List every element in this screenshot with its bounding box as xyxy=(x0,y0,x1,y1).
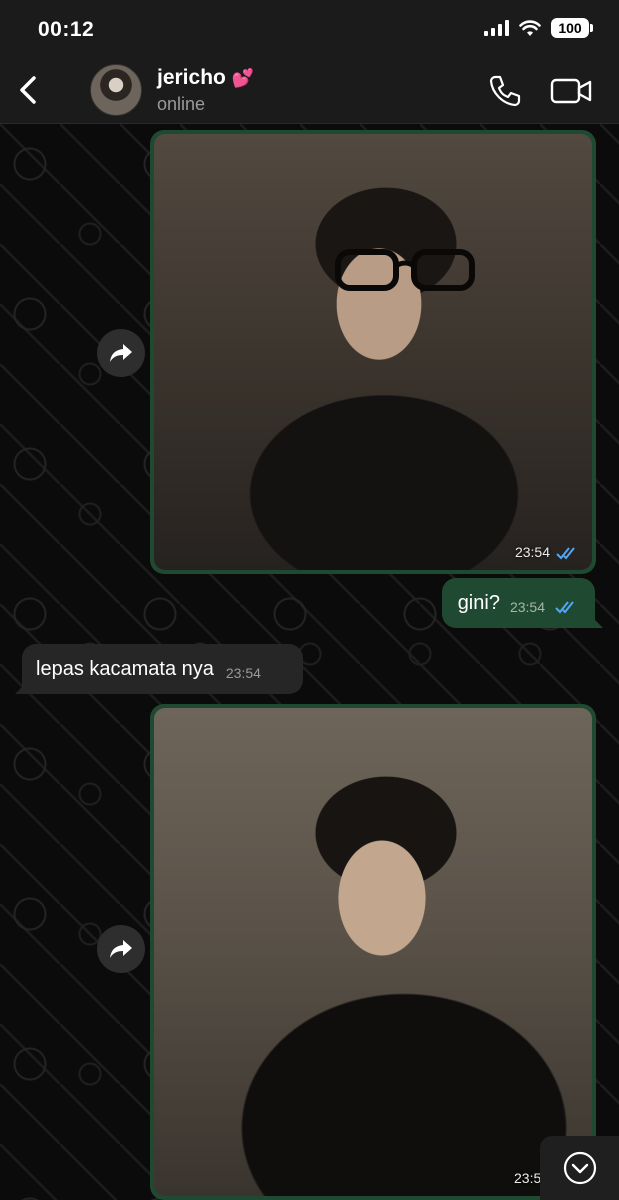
forward-button[interactable] xyxy=(97,925,145,973)
image-message-1[interactable]: 23:54 xyxy=(150,130,596,574)
video-camera-icon xyxy=(550,78,592,104)
wifi-icon xyxy=(519,19,541,36)
read-receipt-icon xyxy=(555,601,574,614)
message-time: 23:5 xyxy=(514,1170,542,1186)
contact-avatar[interactable] xyxy=(90,64,142,116)
photo-1[interactable]: 23:54 xyxy=(154,134,592,570)
message-text: gini? xyxy=(457,591,500,614)
video-call-button[interactable] xyxy=(549,72,593,110)
status-time: 00:12 xyxy=(38,18,95,41)
contact-status: online xyxy=(157,94,206,114)
incoming-text-message[interactable]: lepas kacamata nya 23:54 xyxy=(22,644,303,694)
status-icons: 100 xyxy=(484,18,593,38)
message-time: 23:54 xyxy=(509,599,545,615)
message-time: 23:54 xyxy=(225,665,261,681)
phone-icon xyxy=(489,75,521,107)
scroll-to-bottom-button[interactable] xyxy=(540,1136,619,1200)
battery-indicator: 100 xyxy=(551,18,593,38)
eyeglasses-figure xyxy=(335,249,475,291)
back-button[interactable] xyxy=(10,70,46,110)
read-receipt-icon xyxy=(556,547,575,560)
hearts-emoji-icon: 💕 xyxy=(231,68,255,88)
chevron-left-icon xyxy=(20,76,36,104)
forward-button[interactable] xyxy=(97,329,145,377)
contact-name-text: jericho xyxy=(157,66,226,89)
forward-arrow-icon xyxy=(110,344,132,362)
message-time: 23:54 xyxy=(514,544,550,560)
outgoing-text-message[interactable]: gini? 23:54 xyxy=(441,578,595,628)
forward-arrow-icon xyxy=(110,940,132,958)
voice-call-button[interactable] xyxy=(486,72,524,110)
photo-2[interactable]: 23:5 xyxy=(154,708,592,1196)
contact-name[interactable]: jericho 💕 xyxy=(157,66,254,90)
message-text: lepas kacamata nya xyxy=(36,657,214,680)
cellular-signal-icon xyxy=(484,20,509,36)
chat-area[interactable]: 23:54 gini? 23:54 lepas kacamata nya 23:… xyxy=(0,124,619,1200)
status-bar: 00:12 100 xyxy=(0,0,619,58)
image-message-2[interactable]: 23:5 xyxy=(150,704,596,1200)
chevron-down-circle-icon xyxy=(563,1151,596,1185)
chat-header: jericho 💕 online xyxy=(0,58,619,124)
